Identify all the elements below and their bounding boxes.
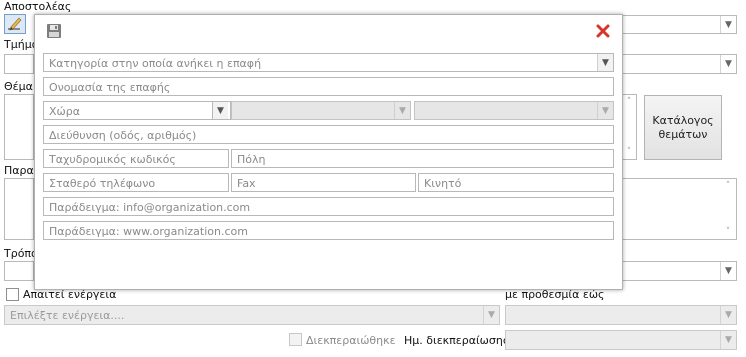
subject-label: Θέμα [4, 80, 33, 93]
action-select[interactable]: Επιλέξτε ενέργεια.... ▼ [4, 305, 500, 325]
notes-textarea-left[interactable] [4, 178, 34, 240]
phone-placeholder: Σταθερό τηλέφωνο [49, 177, 156, 190]
sender-label: Αποστολέας [4, 0, 72, 13]
scroll-up-icon[interactable]: ˄ [623, 97, 635, 107]
chevron-down-icon: ▼ [720, 306, 736, 324]
email-placeholder: Παράδειγμα: info@organization.com [49, 201, 251, 214]
method-select[interactable]: ▼ [622, 261, 737, 281]
department-select[interactable]: ▼ [622, 54, 737, 74]
save-button[interactable] [46, 23, 62, 39]
category-placeholder: Κατηγορία στην οποία ανήκει η επαφή [49, 57, 262, 70]
phone-field[interactable]: Σταθερό τηλέφωνο [43, 173, 229, 192]
mobile-placeholder: Κινητό [424, 177, 462, 190]
chevron-down-icon: ▼ [720, 262, 736, 280]
sender-select[interactable]: ▼ [622, 15, 737, 34]
website-field[interactable]: Παράδειγμα: www.organization.com [43, 221, 614, 240]
completed-checkbox[interactable] [289, 333, 302, 346]
chevron-down-icon: ▼ [720, 331, 736, 349]
catalog-button[interactable]: Κατάλογος θεμάτων [644, 95, 722, 160]
completion-date-select[interactable]: ▼ [505, 330, 737, 350]
chevron-down-icon: ▼ [597, 54, 613, 71]
subject-textarea-left[interactable] [4, 94, 34, 160]
department-select-left[interactable] [4, 54, 34, 74]
close-icon [596, 24, 610, 38]
notes-textarea[interactable]: ˄ ˅ [622, 178, 737, 240]
pencil-icon [8, 17, 22, 31]
chevron-down-icon: ▼ [597, 102, 613, 119]
completion-date-label: Ημ. διεκπεραίωσης: [404, 334, 513, 347]
mobile-field[interactable]: Κινητό [418, 173, 614, 192]
scroll-down-icon[interactable]: ˅ [722, 227, 734, 237]
country-placeholder: Χώρα [49, 105, 80, 118]
contact-name-placeholder: Ονομασία της επαφής [49, 81, 171, 94]
postal-code-field[interactable]: Ταχυδρομικός κωδικός [43, 149, 229, 168]
floppy-disk-icon [47, 24, 61, 38]
address-field[interactable]: Διεύθυνση (οδός, αριθμός) [43, 125, 614, 144]
completed-label: Διεκπεραιώθηκε [306, 334, 396, 347]
region-select[interactable]: ▼ [231, 101, 411, 120]
city-placeholder: Πόλη [237, 153, 266, 166]
chevron-down-icon: ▼ [394, 102, 410, 119]
action-select-placeholder: Επιλέξτε ενέργεια.... [10, 309, 125, 322]
chevron-down-icon: ▼ [483, 306, 499, 324]
requires-action-checkbox[interactable] [6, 288, 19, 301]
website-placeholder: Παράδειγμα: www.organization.com [49, 225, 248, 238]
chevron-down-icon: ▼ [720, 55, 736, 73]
municipality-select[interactable]: ▼ [414, 101, 614, 120]
edit-sender-button[interactable] [4, 14, 26, 34]
chevron-down-icon: ▼ [212, 102, 228, 119]
scroll-down-icon[interactable]: ˅ [623, 147, 635, 157]
category-select[interactable]: Κατηγορία στην οποία ανήκει η επαφή ▼ [43, 53, 614, 72]
postal-code-placeholder: Ταχυδρομικός κωδικός [49, 153, 176, 166]
scroll-up-icon[interactable]: ˄ [722, 181, 734, 191]
city-field[interactable]: Πόλη [231, 149, 614, 168]
fax-field[interactable]: Fax [231, 173, 416, 192]
close-button[interactable] [596, 24, 610, 38]
country-select[interactable]: Χώρα ▼ [43, 101, 228, 120]
contact-name-field[interactable]: Ονομασία της επαφής [43, 77, 614, 96]
chevron-down-icon: ▼ [720, 16, 736, 33]
address-placeholder: Διεύθυνση (οδός, αριθμός) [49, 129, 197, 142]
email-field[interactable]: Παράδειγμα: info@organization.com [43, 197, 614, 216]
deadline-select[interactable]: ▼ [505, 305, 737, 325]
subject-textarea[interactable]: ˄ ˅ [622, 94, 637, 160]
method-select-left[interactable] [4, 261, 34, 281]
fax-placeholder: Fax [237, 177, 256, 190]
contact-dialog: Κατηγορία στην οποία ανήκει η επαφή ▼ Ον… [34, 14, 623, 290]
method-label: Τρόπο [4, 247, 38, 260]
